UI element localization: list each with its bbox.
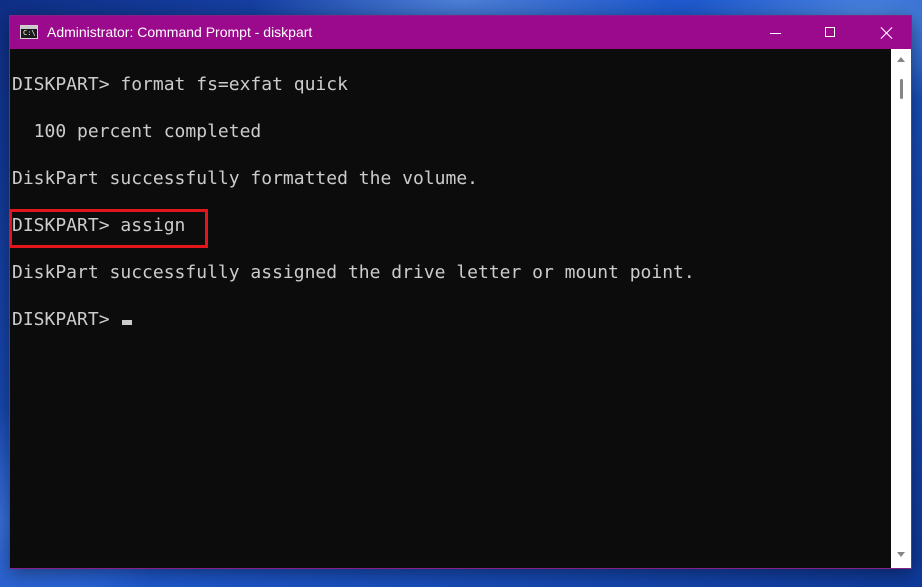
console-line: DiskPart successfully formatted the volu…: [12, 168, 478, 189]
highlight-box: [9, 209, 208, 248]
minimize-icon: [770, 33, 781, 34]
maximize-button[interactable]: [802, 16, 858, 49]
console-line: 100 percent completed: [12, 121, 262, 142]
minimize-button[interactable]: [747, 16, 803, 49]
console-prompt-line[interactable]: DISKPART>: [12, 309, 133, 331]
text-cursor: [122, 320, 133, 325]
console-prompt: DISKPART>: [12, 309, 121, 330]
scroll-down-icon[interactable]: [897, 552, 905, 557]
console-line: DiskPart successfully assigned the drive…: [12, 262, 695, 283]
title-bar[interactable]: C:\ Administrator: Command Prompt - disk…: [10, 16, 911, 49]
window-title: Administrator: Command Prompt - diskpart: [47, 24, 313, 40]
close-icon: [880, 26, 893, 39]
scroll-thumb[interactable]: [900, 79, 903, 99]
cmd-icon-text: C:\: [23, 29, 36, 37]
vertical-scrollbar[interactable]: [891, 49, 911, 568]
console-line: DISKPART> format fs=exfat quick: [12, 74, 348, 95]
console-output[interactable]: DISKPART> format fs=exfat quick 100 perc…: [9, 49, 891, 568]
cmd-icon: C:\: [20, 25, 38, 39]
maximize-icon: [825, 27, 835, 37]
scroll-up-icon[interactable]: [897, 57, 905, 62]
command-prompt-window: C:\ Administrator: Command Prompt - disk…: [9, 15, 912, 569]
close-button[interactable]: [858, 16, 914, 49]
